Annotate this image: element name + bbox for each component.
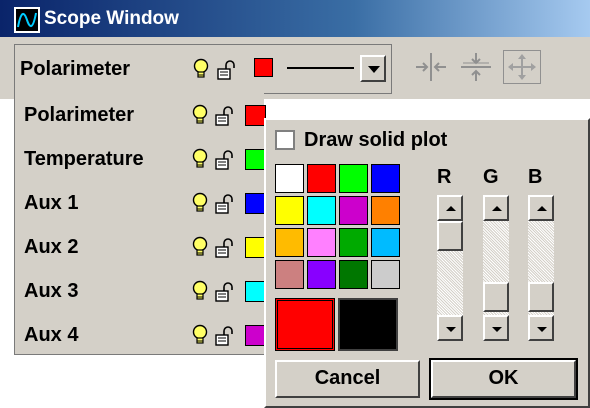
palette-swatch[interactable] (307, 260, 336, 289)
channel-color-swatch[interactable] (245, 193, 266, 214)
channel-row[interactable]: Aux 3 (14, 269, 266, 312)
green-up-arrow-icon[interactable] (483, 195, 509, 221)
red-slider[interactable] (437, 195, 463, 341)
palette-swatch[interactable] (371, 228, 400, 257)
channel-label: Aux 1 (24, 192, 79, 214)
palette-swatch[interactable] (307, 196, 336, 225)
lock-icon[interactable] (215, 150, 237, 170)
lock-icon[interactable] (215, 238, 237, 258)
new-color-swatch (338, 298, 398, 351)
lightbulb-icon[interactable] (191, 104, 209, 126)
ok-button[interactable]: OK (429, 358, 578, 400)
channel-label: Aux 4 (24, 324, 79, 346)
channel-label: Aux 3 (24, 280, 79, 302)
horizontal-split-icon[interactable] (412, 50, 450, 84)
palette-swatch[interactable] (339, 196, 368, 225)
blue-up-arrow-icon[interactable] (528, 195, 554, 221)
palette-swatch[interactable] (275, 228, 304, 257)
channel-label: Polarimeter (24, 104, 135, 126)
green-slider-thumb[interactable] (483, 282, 509, 312)
channel-label: Aux 2 (24, 236, 79, 258)
lightbulb-icon[interactable] (191, 148, 209, 170)
move-arrows-icon[interactable] (503, 50, 541, 84)
green-slider[interactable] (483, 195, 509, 341)
lock-icon[interactable] (215, 106, 237, 126)
chevron-down-icon (368, 66, 380, 73)
lock-icon[interactable] (215, 282, 237, 302)
channel-label: Temperature (24, 148, 144, 170)
palette-swatch[interactable] (339, 228, 368, 257)
palette-swatch[interactable] (371, 164, 400, 193)
dropdown-arrow-button[interactable] (360, 55, 386, 82)
blue-down-arrow-icon[interactable] (528, 315, 554, 341)
channel-row[interactable]: Aux 4 (14, 313, 266, 356)
red-up-arrow-icon[interactable] (437, 195, 463, 221)
channel-row[interactable]: Temperature (14, 137, 266, 180)
red-slider-thumb[interactable] (437, 221, 463, 251)
palette-swatch[interactable] (275, 164, 304, 193)
lightbulb-icon[interactable] (191, 192, 209, 214)
scope-wave-icon (14, 7, 40, 33)
lightbulb-icon[interactable] (191, 324, 209, 346)
palette-swatch[interactable] (339, 260, 368, 289)
palette-swatch[interactable] (275, 196, 304, 225)
channel-row[interactable]: Aux 1 (14, 181, 266, 224)
lock-icon[interactable] (215, 326, 237, 346)
window-title: Scope Window (44, 8, 179, 29)
lightbulb-icon[interactable] (192, 58, 210, 80)
line-style-sample (287, 67, 354, 69)
cancel-button[interactable]: Cancel (275, 360, 420, 398)
channel-selector-label: Polarimeter (20, 58, 131, 80)
channel-color-swatch[interactable] (245, 149, 266, 170)
draw-solid-plot-checkbox[interactable] (275, 130, 295, 150)
green-channel-label: G (483, 166, 499, 188)
green-down-arrow-icon[interactable] (483, 315, 509, 341)
palette-swatch[interactable] (307, 164, 336, 193)
vertical-split-icon[interactable] (457, 50, 495, 84)
palette-swatch[interactable] (371, 260, 400, 289)
red-channel-label: R (437, 166, 452, 188)
lightbulb-icon[interactable] (191, 280, 209, 302)
blue-slider[interactable] (528, 195, 554, 341)
lock-icon[interactable] (215, 194, 237, 214)
channel-row[interactable]: Polarimeter (14, 93, 266, 136)
blue-slider-thumb[interactable] (528, 282, 554, 312)
current-color-swatch (275, 298, 335, 351)
channel-color-swatch[interactable] (245, 237, 266, 258)
channel-color-swatch[interactable] (245, 325, 266, 346)
blue-channel-label: B (528, 166, 543, 188)
palette-swatch[interactable] (371, 196, 400, 225)
palette-swatch[interactable] (339, 164, 368, 193)
lock-icon[interactable] (217, 60, 239, 80)
channel-color-swatch[interactable] (245, 105, 266, 126)
draw-solid-plot-label: Draw solid plot (304, 129, 448, 151)
channel-color-swatch[interactable] (254, 58, 273, 77)
channel-color-swatch[interactable] (245, 281, 266, 302)
lightbulb-icon[interactable] (191, 236, 209, 258)
channel-row[interactable]: Aux 2 (14, 225, 266, 268)
palette-swatch[interactable] (275, 260, 304, 289)
red-down-arrow-icon[interactable] (437, 315, 463, 341)
palette-swatch[interactable] (307, 228, 336, 257)
